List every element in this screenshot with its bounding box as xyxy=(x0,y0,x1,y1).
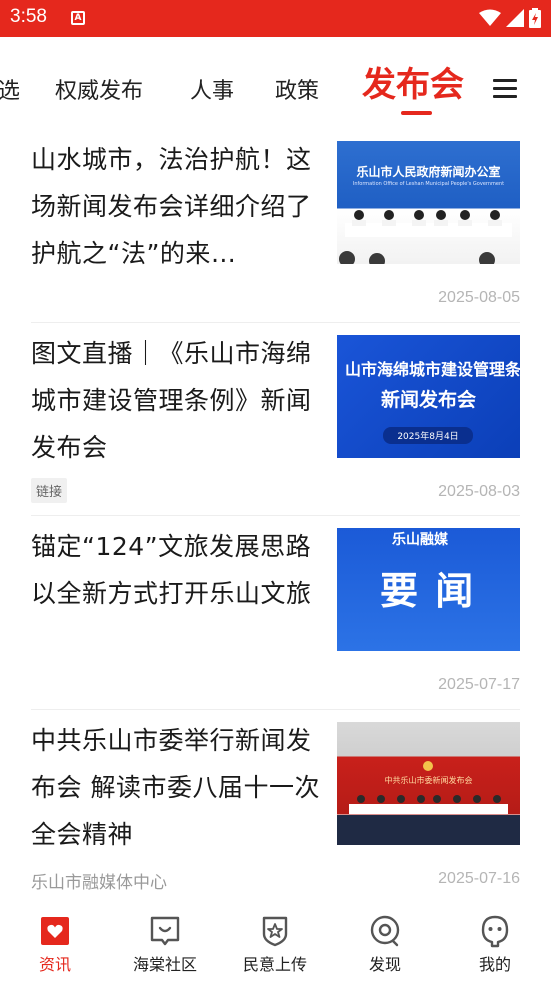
community-chat-icon xyxy=(150,916,180,946)
news-title[interactable]: 中共乐山市委举行新闻发布会 解读市委八届十一次全会精神 xyxy=(31,717,321,858)
news-date: 2025-07-16 xyxy=(438,870,520,887)
battery-icon xyxy=(529,8,541,28)
star-shield-icon xyxy=(262,916,288,947)
nav-discover[interactable]: 发现 xyxy=(340,914,430,975)
news-heart-icon xyxy=(41,917,69,945)
news-date: 2025-08-03 xyxy=(438,483,520,500)
profile-face-icon xyxy=(481,915,509,948)
tab-press-conference[interactable]: 发布会 xyxy=(362,57,464,106)
news-thumbnail[interactable]: 乐山市人民政府新闻办公室 Information Office of Lesha… xyxy=(337,141,520,264)
tab-selected[interactable]: 选 xyxy=(0,73,20,105)
news-date: 2025-07-17 xyxy=(438,676,520,693)
status-bar: 3:58 A xyxy=(0,0,551,37)
app-notification-icon: A xyxy=(71,11,85,25)
nav-label: 海棠社区 xyxy=(132,955,197,974)
divider xyxy=(31,709,520,710)
press-room-illustration xyxy=(339,210,512,264)
divider xyxy=(31,322,520,323)
list-item[interactable]: 锚定“124”文旅发展思路 以全新方式打开乐山文旅 乐山融媒 要 闻 2025-… xyxy=(0,523,551,709)
thumb-line3: 2025年8月4日 xyxy=(383,427,473,444)
nav-label: 我的 xyxy=(478,955,511,974)
discover-icon xyxy=(370,915,400,947)
list-item[interactable]: 山水城市，法治护航！这场新闻发布会详细介绍了护航之“法”的来… 乐山市人民政府新… xyxy=(0,136,551,322)
tab-personnel[interactable]: 人事 xyxy=(190,73,234,105)
nav-mine[interactable]: 我的 xyxy=(450,914,540,975)
news-title[interactable]: 山水城市，法治护航！这场新闻发布会详细介绍了护航之“法”的来… xyxy=(31,136,321,277)
news-source: 乐山市融媒体中心 xyxy=(31,873,167,893)
list-item[interactable]: 中共乐山市委举行新闻发布会 解读市委八届十一次全会精神 中共乐山市委新闻发布会 … xyxy=(0,717,551,897)
thumb-line2: 新闻发布会 xyxy=(380,389,476,411)
tab-authority-release[interactable]: 权威发布 xyxy=(55,73,143,105)
news-thumbnail[interactable]: 乐山融媒 要 闻 xyxy=(337,528,520,651)
news-thumbnail[interactable]: 山市海绵城市建设管理条 新闻发布会 2025年8月4日 xyxy=(337,335,520,458)
thumb-headline: 要 闻 xyxy=(380,569,476,613)
nav-public-opinion-upload[interactable]: 民意上传 xyxy=(230,914,320,975)
nav-label: 发现 xyxy=(368,955,401,974)
thumb-line1: 山市海绵城市建设管理条 xyxy=(344,360,520,379)
nav-community[interactable]: 海棠社区 xyxy=(120,914,210,975)
news-title[interactable]: 图文直播｜《乐山市海绵城市建设管理条例》新闻发布会 xyxy=(31,330,321,471)
hamburger-menu-icon[interactable] xyxy=(493,79,517,101)
nav-label: 民意上传 xyxy=(242,955,307,974)
tab-policy[interactable]: 政策 xyxy=(275,73,319,105)
nav-news[interactable]: 资讯 xyxy=(10,914,100,975)
thumb-logo: 乐山融媒 xyxy=(392,532,448,548)
signal-icon xyxy=(506,9,524,27)
bottom-navigation: 资讯 海棠社区 民意上传 发现 我的 xyxy=(0,900,551,981)
divider xyxy=(31,515,520,516)
meeting-illustration xyxy=(337,761,520,845)
active-tab-indicator xyxy=(401,111,432,115)
news-date: 2025-08-05 xyxy=(438,289,520,306)
wifi-icon xyxy=(479,9,501,26)
link-tag: 链接 xyxy=(31,478,68,503)
status-time: 3:58 xyxy=(10,6,47,27)
channel-tabs: 选 权威发布 人事 政策 发布会 xyxy=(0,37,551,123)
news-thumbnail[interactable]: 中共乐山市委新闻发布会 xyxy=(337,722,520,845)
list-item[interactable]: 图文直播｜《乐山市海绵城市建设管理条例》新闻发布会 山市海绵城市建设管理条 新闻… xyxy=(0,330,551,516)
news-title[interactable]: 锚定“124”文旅发展思路 以全新方式打开乐山文旅 xyxy=(31,523,321,617)
nav-label: 资讯 xyxy=(38,955,71,974)
